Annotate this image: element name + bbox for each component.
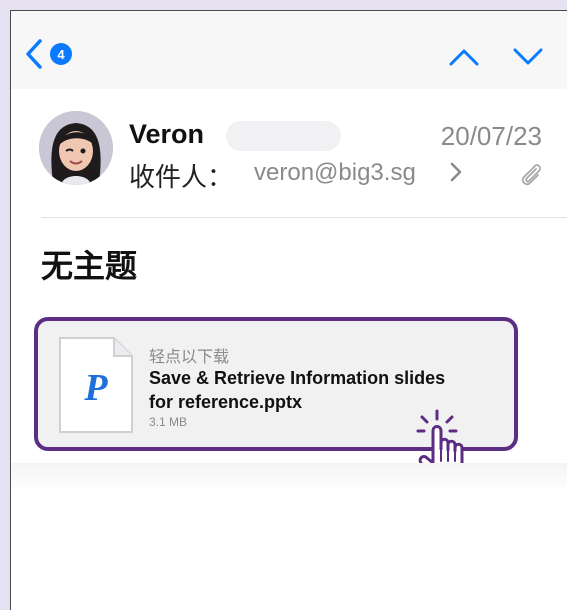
chevron-right-icon[interactable]: [449, 161, 463, 183]
message-date: 20/07/23: [440, 121, 542, 151]
attachment-download-hint: 轻点以下载: [149, 349, 230, 366]
avatar[interactable]: [39, 111, 113, 185]
avatar-memoji-icon: [39, 111, 113, 185]
previous-message-button[interactable]: [448, 47, 480, 67]
redacted-sender-detail: [226, 121, 341, 151]
file-type-letter: P: [83, 367, 108, 409]
unread-badge: 4: [50, 43, 72, 65]
attachment-size: 3.1 MB: [149, 415, 188, 429]
content-fade: [11, 463, 567, 493]
attachment-filename-line-1: Save & Retrieve Information slides: [149, 368, 446, 388]
sender-name[interactable]: Veron: [129, 119, 204, 150]
back-button[interactable]: 4: [24, 38, 72, 70]
nav-bar: 4: [11, 11, 567, 89]
message-subject: 无主题: [41, 248, 138, 284]
recipient-address[interactable]: veron@big3.sg: [254, 159, 416, 187]
mail-window: 4 Veron 20/07/23 收件人： veron@big3.sg 无主题 …: [10, 10, 567, 610]
recipient-label: 收件人：: [129, 162, 234, 192]
powerpoint-file-icon: P: [59, 337, 133, 433]
chevron-left-icon: [26, 39, 42, 69]
message-header: Veron 20/07/23 收件人： veron@big3.sg: [11, 101, 567, 221]
header-divider: [41, 217, 567, 218]
next-message-button[interactable]: [512, 47, 544, 67]
paperclip-icon: [521, 164, 541, 186]
